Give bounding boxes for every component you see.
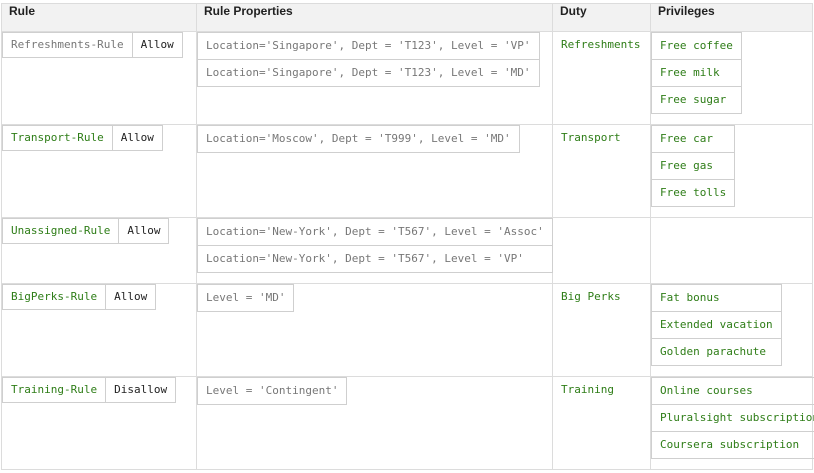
duty-label[interactable]: Big Perks [553, 284, 650, 305]
privileges-list: Free car Free gas Free tolls [651, 125, 736, 207]
rule-property[interactable]: Level = 'MD' [198, 285, 293, 311]
header-privileges[interactable]: Privileges [650, 3, 813, 32]
rule-action[interactable]: Allow [119, 219, 168, 243]
table-row: Unassigned-Rule Allow Location='New-York… [1, 217, 813, 284]
privilege-item[interactable]: Free milk [652, 59, 741, 86]
rule-properties-list: Level = 'MD' [197, 284, 295, 312]
privilege-item[interactable]: Extended vacation [652, 311, 781, 338]
rule-name[interactable]: Transport-Rule [3, 126, 113, 150]
header-duty[interactable]: Duty [552, 3, 651, 32]
privileges-list: Online courses Pluralsight subscription … [651, 377, 814, 459]
rule-cell: Refreshments-Rule Allow [1, 31, 197, 125]
privileges-list: Free coffee Free milk Free sugar [651, 32, 742, 114]
rule-action[interactable]: Allow [106, 285, 155, 309]
rule-property[interactable]: Location='Singapore', Dept = 'T123', Lev… [198, 33, 539, 59]
rule-properties-cell: Level = 'MD' [196, 283, 553, 377]
rule-property[interactable]: Location='New-York', Dept = 'T567', Leve… [198, 219, 552, 245]
privileges-cell: Fat bonus Extended vacation Golden parac… [650, 283, 813, 377]
rule-properties-list: Location='Moscow', Dept = 'T999', Level … [197, 125, 520, 153]
rule-properties-list: Level = 'Contingent' [197, 377, 348, 405]
rule-properties-cell: Location='Singapore', Dept = 'T123', Lev… [196, 31, 553, 125]
rule-cell: BigPerks-Rule Allow [1, 283, 197, 377]
rule-property[interactable]: Level = 'Contingent' [198, 378, 346, 404]
privilege-item[interactable]: Pluralsight subscription [652, 404, 814, 431]
rule-property[interactable]: Location='New-York', Dept = 'T567', Leve… [198, 245, 552, 272]
privileges-cell [650, 217, 813, 284]
duty-label[interactable]: Training [553, 377, 650, 398]
rule-properties-list: Location='Singapore', Dept = 'T123', Lev… [197, 32, 540, 87]
table-row: Refreshments-Rule Allow Location='Singap… [1, 31, 813, 125]
privilege-item[interactable]: Free gas [652, 152, 735, 179]
duty-label[interactable]: Refreshments [553, 32, 650, 53]
privilege-item[interactable]: Free tolls [652, 179, 735, 206]
privileges-list: Fat bonus Extended vacation Golden parac… [651, 284, 782, 366]
privilege-item[interactable]: Free car [652, 126, 734, 152]
rule-chip[interactable]: Unassigned-Rule Allow [2, 218, 170, 244]
privilege-item[interactable]: Coursera subscription [652, 431, 814, 458]
rule-name[interactable]: Unassigned-Rule [3, 219, 120, 243]
rule-properties-cell: Location='New-York', Dept = 'T567', Leve… [196, 217, 553, 284]
table-row: BigPerks-Rule Allow Level = 'MD' Big Per… [1, 283, 813, 377]
duty-cell [552, 217, 651, 284]
rule-cell: Training-Rule Disallow [1, 376, 197, 470]
duty-cell: Refreshments [552, 31, 651, 125]
header-rule-properties[interactable]: Rule Properties [196, 3, 553, 32]
rules-table: Rule Rule Properties Duty Privileges Ref… [1, 3, 814, 470]
rule-name[interactable]: BigPerks-Rule [3, 285, 107, 309]
duty-label [553, 218, 650, 223]
rule-properties-list: Location='New-York', Dept = 'T567', Leve… [197, 218, 553, 273]
privilege-item[interactable]: Free sugar [652, 86, 741, 113]
duty-cell: Big Perks [552, 283, 651, 377]
table-row: Transport-Rule Allow Location='Moscow', … [1, 124, 813, 218]
rule-cell: Transport-Rule Allow [1, 124, 197, 218]
rule-property[interactable]: Location='Singapore', Dept = 'T123', Lev… [198, 59, 539, 86]
rule-properties-cell: Level = 'Contingent' [196, 376, 553, 470]
rule-action[interactable]: Allow [113, 126, 162, 150]
duty-cell: Training [552, 376, 651, 470]
rule-action[interactable]: Allow [133, 33, 182, 57]
rule-properties-cell: Location='Moscow', Dept = 'T999', Level … [196, 124, 553, 218]
rule-cell: Unassigned-Rule Allow [1, 217, 197, 284]
rule-name[interactable]: Training-Rule [3, 378, 107, 402]
rule-name[interactable]: Refreshments-Rule [3, 33, 133, 57]
table-row: Training-Rule Disallow Level = 'Continge… [1, 376, 814, 470]
header-row: Rule Rule Properties Duty Privileges [1, 3, 813, 32]
rule-chip[interactable]: Refreshments-Rule Allow [2, 32, 183, 58]
header-rule[interactable]: Rule [1, 3, 197, 32]
rule-chip[interactable]: BigPerks-Rule Allow [2, 284, 157, 310]
rule-property[interactable]: Location='Moscow', Dept = 'T999', Level … [198, 126, 519, 152]
privilege-item[interactable]: Fat bonus [652, 285, 781, 311]
duty-label[interactable]: Transport [553, 125, 650, 146]
duty-cell: Transport [552, 124, 651, 218]
rule-chip[interactable]: Transport-Rule Allow [2, 125, 163, 151]
rule-action[interactable]: Disallow [106, 378, 175, 402]
privileges-cell: Online courses Pluralsight subscription … [650, 376, 814, 470]
privileges-cell: Free car Free gas Free tolls [650, 124, 813, 218]
privilege-item[interactable]: Free coffee [652, 33, 741, 59]
rule-chip[interactable]: Training-Rule Disallow [2, 377, 177, 403]
privileges-cell: Free coffee Free milk Free sugar [650, 31, 813, 125]
privilege-item[interactable]: Online courses [652, 378, 814, 404]
privilege-item[interactable]: Golden parachute [652, 338, 781, 365]
